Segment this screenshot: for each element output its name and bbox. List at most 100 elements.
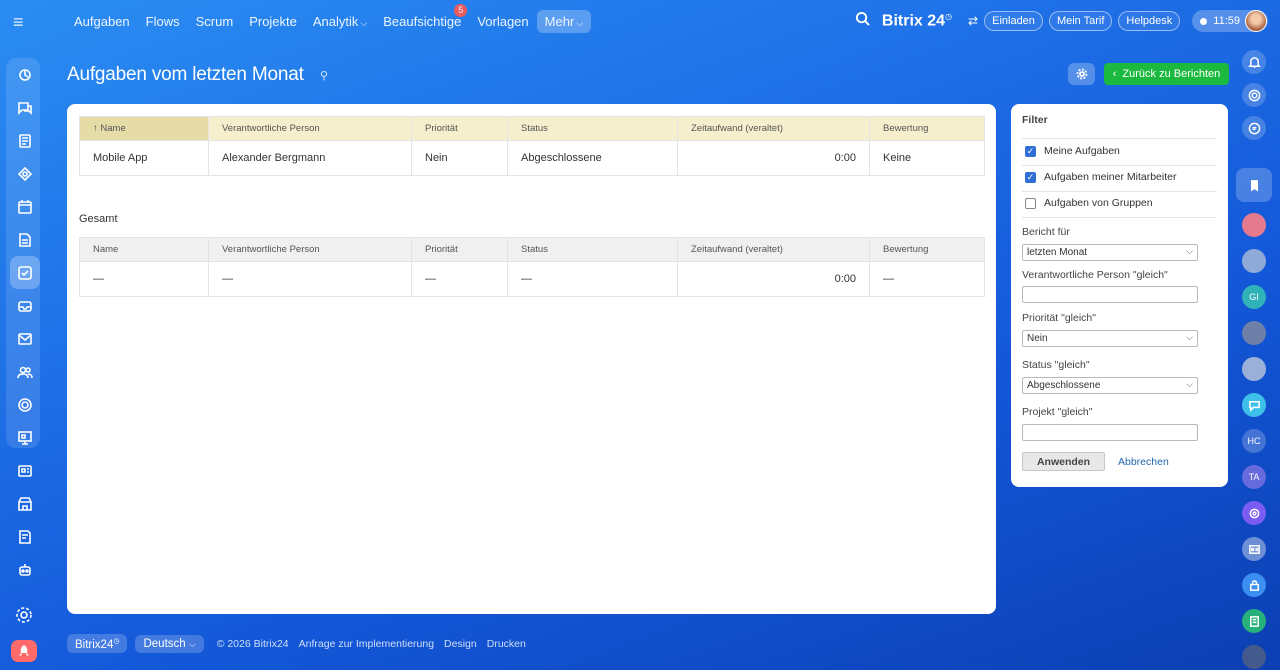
notes-icon[interactable] — [1242, 609, 1266, 633]
invite-button[interactable]: Einladen — [984, 11, 1043, 31]
mail-icon[interactable] — [10, 322, 40, 355]
column-header-rating[interactable]: Bewertung — [869, 116, 985, 141]
sort-arrow-icon: ↑ — [93, 123, 98, 134]
cancel-link[interactable]: Abbrechen — [1118, 456, 1169, 468]
back-button-label: Zurück zu Berichten — [1122, 68, 1221, 80]
chat-search-icon[interactable] — [1242, 116, 1266, 140]
search-icon[interactable] — [855, 11, 870, 31]
filter-group-tasks[interactable]: Aufgaben von Gruppen — [1025, 197, 1153, 209]
nav-tab-label: Projekte — [249, 13, 297, 29]
rocket-icon[interactable] — [11, 640, 37, 662]
contact-center-icon[interactable] — [10, 454, 40, 487]
column-header-person: Verantwortliche Person — [208, 237, 412, 262]
pin-icon[interactable]: ⚲ — [320, 69, 328, 82]
priority-select[interactable]: Nein ⌵ — [1022, 330, 1198, 347]
bell-icon[interactable] — [1242, 50, 1266, 74]
print-link[interactable]: Drucken — [487, 638, 526, 650]
nav-tab-label: Scrum — [195, 13, 234, 29]
chat-icon[interactable] — [10, 91, 40, 124]
footer: Bitrix24◷ Deutsch ⌵ © 2026 Bitrix24 Anfr… — [67, 633, 526, 654]
design-link[interactable]: Design — [444, 638, 477, 650]
nav-tab-flows[interactable]: Flows — [138, 10, 188, 33]
marketing-icon[interactable] — [10, 388, 40, 421]
column-header-time[interactable]: Zeitaufwand (veraltet) — [677, 116, 870, 141]
chevron-left-icon: ‹ — [1112, 68, 1117, 80]
table-header-row: Name Verantwortliche Person Priorität St… — [79, 237, 985, 262]
my-tariff-button[interactable]: Mein Tarif — [1048, 11, 1113, 31]
bookmark-icon[interactable] — [1242, 173, 1266, 197]
checkbox-label: Meine Aufgaben — [1044, 145, 1120, 157]
nav-tab-scrum[interactable]: Scrum — [188, 10, 242, 33]
responsible-input[interactable] — [1022, 286, 1198, 303]
presentation-icon[interactable] — [10, 421, 40, 454]
checkbox-checked[interactable] — [1025, 145, 1036, 157]
user-avatar-ta[interactable]: TA — [1242, 465, 1266, 489]
swap-icon[interactable]: ⇄ — [968, 14, 978, 28]
total-name-cell: — — [79, 261, 209, 297]
nav-tab-projekte[interactable]: Projekte — [241, 10, 305, 33]
select-value: Abgeschlossene — [1027, 380, 1101, 391]
status-cell: Abgeschlossene — [507, 140, 678, 176]
chat-bubble-icon[interactable] — [1242, 393, 1266, 417]
lock-icon[interactable] — [1242, 573, 1266, 597]
settings-gear-icon[interactable] — [15, 606, 33, 629]
user-avatar-5[interactable] — [1242, 645, 1266, 669]
user-avatar-hc[interactable]: HC — [1242, 429, 1266, 453]
divider — [1022, 217, 1217, 218]
responsible-person-link[interactable]: Alexander Bergmann — [208, 140, 412, 176]
filter-my-tasks[interactable]: Meine Aufgaben — [1025, 145, 1120, 157]
copilot-icon[interactable] — [1242, 501, 1266, 525]
report-for-select[interactable]: letzten Monat ⌵ — [1022, 244, 1198, 261]
helpdesk-button[interactable]: Helpdesk — [1118, 11, 1181, 31]
id-card-icon[interactable] — [1242, 537, 1266, 561]
task-name-link[interactable]: Mobile App — [79, 140, 209, 176]
work-time-button[interactable]: 11:59 — [1192, 10, 1268, 32]
language-select[interactable]: Deutsch ⌵ — [135, 634, 204, 653]
nav-tab-vorlagen[interactable]: Vorlagen — [469, 10, 536, 33]
checkbox-unchecked[interactable] — [1025, 197, 1036, 209]
user-avatar[interactable] — [1245, 10, 1267, 32]
column-header-person[interactable]: Verantwortliche Person — [208, 116, 412, 141]
column-header-rating: Bewertung — [869, 237, 985, 262]
nav-tab-beaufsichtige[interactable]: Beaufsichtige 5 — [375, 3, 469, 33]
nav-tab-analytik[interactable]: Analytik ⌵ — [305, 10, 375, 33]
filter-employee-tasks[interactable]: Aufgaben meiner Mitarbeiter — [1025, 171, 1177, 183]
shop-icon[interactable] — [10, 487, 40, 520]
column-header-time: Zeitaufwand (veraltet) — [677, 237, 870, 262]
chevron-down-icon: ⌵ — [360, 17, 368, 28]
user-avatar-gi[interactable]: GI — [1242, 285, 1266, 309]
total-row: — — — — 0:00 — — [79, 261, 985, 297]
robot-icon[interactable] — [10, 553, 40, 586]
user-avatar-3[interactable] — [1242, 321, 1266, 345]
feed-icon[interactable] — [10, 124, 40, 157]
column-header-name: Name — [79, 237, 209, 262]
nav-tab-label: Flows — [145, 13, 180, 29]
contacts-icon[interactable] — [10, 355, 40, 388]
implementation-request-link[interactable]: Anfrage zur Implementierung — [299, 638, 434, 650]
activity-icon[interactable] — [10, 58, 40, 91]
user-avatar-1[interactable] — [1242, 213, 1266, 237]
calendar-icon[interactable] — [10, 190, 40, 223]
column-header-status[interactable]: Status — [507, 116, 678, 141]
back-to-reports-button[interactable]: ‹ Zurück zu Berichten — [1104, 63, 1229, 85]
crm-icon[interactable] — [10, 157, 40, 190]
inbox-icon[interactable] — [10, 289, 40, 322]
checkbox-checked[interactable] — [1025, 171, 1036, 183]
nav-tab-aufgaben[interactable]: Aufgaben — [66, 10, 138, 33]
footer-brand-button[interactable]: Bitrix24◷ — [67, 633, 128, 654]
hamburger-menu-icon[interactable]: ≡ — [13, 13, 35, 31]
tasks-icon[interactable] — [10, 256, 40, 289]
status-select[interactable]: Abgeschlossene ⌵ — [1022, 377, 1198, 394]
user-avatar-2[interactable] — [1242, 249, 1266, 273]
form-icon[interactable] — [10, 520, 40, 553]
column-header-priority[interactable]: Priorität — [411, 116, 508, 141]
column-header-name[interactable]: ↑ Name — [79, 116, 209, 141]
apply-button[interactable]: Anwenden — [1022, 452, 1105, 471]
nav-tab-mehr[interactable]: Mehr ⌵ — [536, 9, 592, 33]
bitrix-logo[interactable]: Bitrix 24◷ — [882, 12, 952, 30]
report-settings-button[interactable] — [1068, 63, 1095, 85]
target-icon[interactable] — [1242, 83, 1266, 107]
project-input[interactable] — [1022, 424, 1198, 441]
user-avatar-4[interactable] — [1242, 357, 1266, 381]
document-icon[interactable] — [10, 223, 40, 256]
